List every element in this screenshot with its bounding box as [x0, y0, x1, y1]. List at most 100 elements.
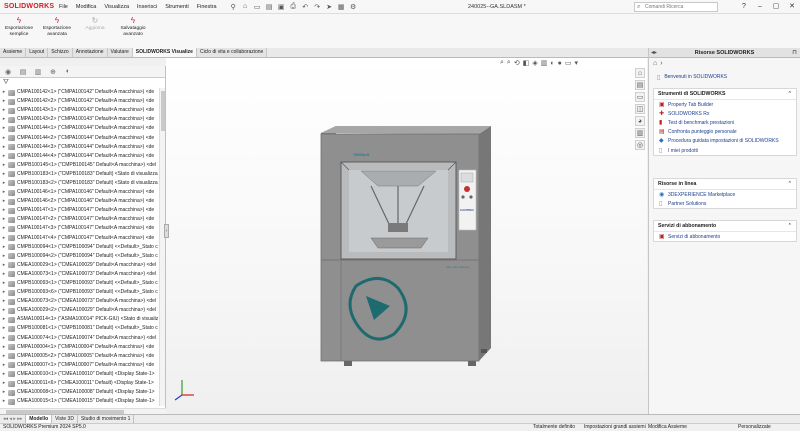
tree-item[interactable]: ▸ CMPA100147<4> ("CMPA100147" Default<A m… — [0, 234, 160, 243]
new-file-icon[interactable]: ▭ — [252, 1, 263, 12]
expand-arrow-icon[interactable]: ▸ — [0, 134, 8, 143]
close-button[interactable]: ✕ — [786, 0, 798, 14]
expand-arrow-icon[interactable]: ▸ — [0, 370, 8, 379]
tab-viste-3d[interactable]: Viste 3D — [52, 415, 78, 423]
expand-arrow-icon[interactable]: ▸ — [0, 152, 8, 161]
tree-item[interactable]: ▸ CMEA100015<1> ("CMEA100015" Default) <D… — [0, 397, 160, 406]
design-library-icon[interactable]: ▤ — [635, 80, 645, 90]
display-manager-icon[interactable]: ◐ — [63, 68, 73, 75]
appearances-icon[interactable]: ◕ — [635, 116, 645, 126]
file-explorer-icon[interactable]: ▭ — [635, 92, 645, 102]
expand-arrow-icon[interactable]: ▸ — [0, 334, 8, 343]
filter-icon[interactable]: ⛛ — [3, 79, 9, 87]
tree-item[interactable]: ▸ CMPB100093<1> ("CMPB100093" Default) <<… — [0, 279, 160, 288]
select-icon[interactable]: ➤ — [324, 1, 335, 12]
expand-arrow-icon[interactable]: ▸ — [0, 215, 8, 224]
restore-button[interactable]: ▢ — [770, 0, 782, 14]
tree-item[interactable]: ▸ CMPA100144<3> ("CMPA100144" Default<A m… — [0, 143, 160, 152]
expand-arrow-icon[interactable]: ▸ — [0, 106, 8, 115]
tree-item[interactable]: ▸ CMPB100093<6> ("CMPB100093" Default) <<… — [0, 288, 160, 297]
expand-arrow-icon[interactable]: ▸ — [0, 288, 8, 297]
expand-arrow-icon[interactable]: ▸ — [0, 315, 8, 324]
back-arrow-icon[interactable]: ◂▸ — [651, 49, 657, 56]
tree-item[interactable]: ▸ CMPA100004<1> ("CMPA100004" Default<A m… — [0, 343, 160, 352]
expand-arrow-icon[interactable]: ▸ — [0, 88, 8, 97]
collapse-icon[interactable]: ⌃ — [788, 91, 792, 97]
configuration-manager-icon[interactable]: ▥ — [33, 68, 43, 76]
expand-arrow-icon[interactable]: ▸ — [0, 361, 8, 370]
link-subscription-services[interactable]: ▣ Servizi di abbonamento — [654, 232, 796, 241]
expand-arrow-icon[interactable]: ▸ — [0, 143, 8, 152]
minimize-button[interactable]: – — [754, 0, 766, 14]
expand-arrow-icon[interactable]: ▸ — [0, 343, 8, 352]
options-icon[interactable]: ⚙ — [348, 1, 359, 12]
export-advanced-button[interactable]: ϟ Esportazione avanzata — [38, 14, 76, 48]
tree-item[interactable]: ▸ CMPA100143<1> ("CMPA100143" Default<A m… — [0, 106, 160, 115]
tree-vscroll-thumb[interactable] — [161, 91, 165, 131]
link-settings-wizard[interactable]: ◆ Procedura guidata impostazioni di SOLID… — [654, 137, 796, 146]
tree-item[interactable]: ▸ CMEA100008<1> ("CMEA100008" Default) <D… — [0, 388, 160, 397]
tree-item[interactable]: ▸ CMPB100145<1> ("CMPB100145" Default<A m… — [0, 161, 160, 170]
home-icon[interactable]: ⌂ — [653, 60, 657, 67]
save-icon[interactable]: ▣ — [276, 1, 287, 12]
tree-item[interactable]: ▸ CMPA100142<1> ("CMPA100142" Default<A m… — [0, 88, 160, 97]
menu-finestra[interactable]: Finestra — [194, 0, 220, 14]
refresh-button[interactable]: ↻ Aggiorna — [76, 14, 114, 48]
redo-icon[interactable]: ↷ — [312, 1, 323, 12]
menu-file[interactable]: File — [56, 0, 71, 14]
tree-item[interactable]: ▸ ASMA100014<1> ("ASMA100014" PICK-GIU) <… — [0, 315, 160, 324]
tree-item[interactable]: ▸ CMEA100011<6> ("CMEA100011" Default) <D… — [0, 379, 160, 388]
link-partner-solutions[interactable]: ▯ Partner Solutions — [654, 199, 796, 208]
link-my-products[interactable]: ▯ I miei prodotti — [654, 146, 796, 155]
tree-item[interactable]: ▸ CMEA100029<1> ("CMEA100029" Default<A m… — [0, 261, 160, 270]
expand-arrow-icon[interactable]: ▸ — [0, 270, 8, 279]
tree-item[interactable]: ▸ CMPB100081<1> ("CMPB100081" Default) <<… — [0, 324, 160, 333]
link-property-tab-builder[interactable]: ▣ Property Tab Builder — [654, 100, 796, 109]
expand-arrow-icon[interactable]: ▸ — [0, 197, 8, 206]
tab-valutare[interactable]: Valutare — [107, 48, 133, 57]
tree-item[interactable]: ▸ CMPA100142<2> ("CMPA100142" Default<A m… — [0, 97, 160, 106]
expand-arrow-icon[interactable]: ▸ — [0, 124, 8, 133]
tree-item[interactable]: ▸ CMEA100029<2> ("CMEA100029" Default<A m… — [0, 306, 160, 315]
expand-arrow-icon[interactable]: ▸ — [0, 252, 8, 261]
tab-layout[interactable]: Layout — [26, 48, 49, 57]
expand-arrow-icon[interactable]: ▸ — [0, 379, 8, 388]
tree-item[interactable]: ▸ CMPA100007<1> ("CMPA100007" Default<A m… — [0, 361, 160, 370]
collapse-icon[interactable]: ⌃ — [788, 181, 792, 187]
feature-tree-icon[interactable]: ◉ — [3, 68, 13, 76]
tree-item[interactable]: ▸ CMPA100005<2> ("CMPA100005" Default<A m… — [0, 352, 160, 361]
tree-item[interactable]: ▸ CMPB100094<2> ("CMPB100094" Default) <<… — [0, 252, 160, 261]
tab-schizzo[interactable]: Schizzo — [48, 48, 73, 57]
menu-inserisci[interactable]: Inserisci — [134, 0, 160, 14]
pin-icon[interactable]: ⊓ — [792, 49, 797, 56]
print-icon[interactable]: ⎙ — [288, 1, 299, 12]
feature-tree[interactable]: ▸ CMPA100142<1> ("CMPA100142" Default<A m… — [0, 88, 160, 406]
graphics-area[interactable]: ⌕ ⌕ ⟲ ◧ ◈ ▥ ◐ ● ▭ ▾ TEMSoft CANTINO Alta… — [166, 58, 647, 414]
tree-item[interactable]: ▸ CMEA100073<1> ("CMEA100073" Default<A m… — [0, 270, 160, 279]
dimxpert-icon[interactable]: ⊕ — [48, 68, 58, 76]
tree-item[interactable]: ▸ CMPA100144<4> ("CMPA100144" Default<A m… — [0, 152, 160, 161]
link-3dexperience-marketplace[interactable]: ◉ 3DEXPERIENCE Marketplace — [654, 190, 796, 199]
pin-icon[interactable]: ⚲ — [228, 1, 239, 12]
expand-arrow-icon[interactable]: ▸ — [0, 261, 8, 270]
tree-item[interactable]: ▸ CMEA100073<2> ("CMEA100073" Default<A m… — [0, 297, 160, 306]
solidworks-forum-icon[interactable]: ◎ — [635, 140, 645, 150]
expand-arrow-icon[interactable]: ▸ — [0, 388, 8, 397]
link-benchmark[interactable]: ▮ Test di benchmark prestazioni — [654, 118, 796, 127]
expand-arrow-icon[interactable]: ▸ — [0, 243, 8, 252]
export-simple-button[interactable]: ϟ Esportazione semplice — [0, 14, 38, 48]
home-icon[interactable]: ⌂ — [240, 1, 251, 12]
tab-modello[interactable]: Modello — [26, 415, 53, 423]
tree-item[interactable]: ▸ CMPB100094<1> ("CMPB100094" Default) <<… — [0, 243, 160, 252]
tree-item[interactable]: ▸ CMPA100146<2> ("CMPA100146" Default<A m… — [0, 197, 160, 206]
expand-arrow-icon[interactable]: ▸ — [0, 115, 8, 124]
expand-arrow-icon[interactable]: ▸ — [0, 161, 8, 170]
collapse-panel-handle[interactable]: ‹ — [164, 224, 169, 238]
search-input[interactable]: ⌕ Comandi Ricerca — [634, 2, 718, 12]
property-manager-icon[interactable]: ▤ — [18, 68, 28, 76]
rebuild-icon[interactable]: ▦ — [336, 1, 347, 12]
tree-item[interactable]: ▸ CMPA100144<1> ("CMPA100144" Default<A m… — [0, 124, 160, 133]
tree-item[interactable]: ▸ CMPB100183<2> ("CMPB100183" Default) <S… — [0, 179, 160, 188]
tree-item[interactable]: ▸ CMEA100074<1> ("CMEA100074" Default<A m… — [0, 334, 160, 343]
collapse-icon[interactable]: ⌃ — [788, 223, 792, 229]
